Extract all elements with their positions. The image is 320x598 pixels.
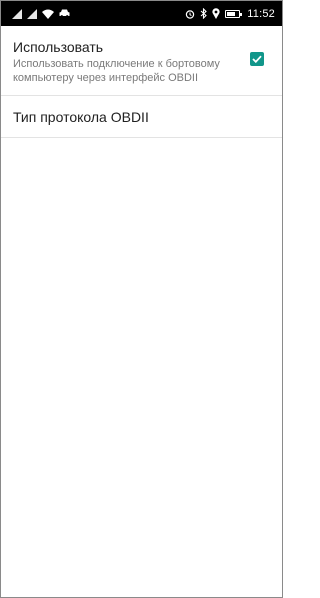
signal-icon	[12, 8, 22, 20]
protocol-type-preference[interactable]: Тип протокола OBDII	[1, 96, 282, 138]
status-bar-left	[12, 1, 70, 26]
use-obd-checkbox[interactable]	[250, 52, 264, 66]
location-icon	[212, 8, 220, 20]
alarm-icon	[185, 8, 195, 20]
status-bar-right: 11:52	[185, 1, 275, 26]
protocol-type-title: Тип протокола OBDII	[13, 108, 149, 125]
preference-list: Использовать Использовать подключение к …	[1, 26, 282, 138]
use-obd-preference[interactable]: Использовать Использовать подключение к …	[1, 26, 282, 96]
settings-screen: 11:52 Использовать Использовать подключе…	[0, 0, 283, 598]
check-icon	[252, 50, 262, 68]
battery-icon	[225, 8, 243, 20]
status-bar: 11:52	[1, 1, 282, 26]
status-time: 11:52	[247, 7, 275, 20]
wifi-icon	[42, 8, 54, 20]
use-obd-summary: Использовать подключение к бортовому ком…	[13, 58, 220, 84]
signal-icon	[27, 8, 37, 20]
bluetooth-icon	[200, 8, 208, 20]
use-obd-title: Использовать	[13, 39, 104, 55]
car-icon	[59, 8, 70, 20]
